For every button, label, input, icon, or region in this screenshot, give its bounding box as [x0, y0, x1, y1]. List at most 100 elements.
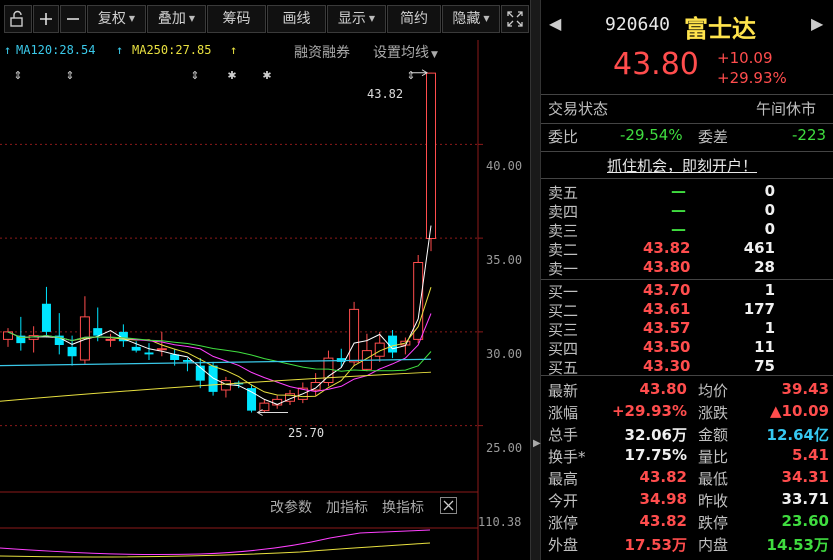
divider-line [541, 151, 833, 152]
unlock-button[interactable] [4, 5, 32, 33]
stat-value: 17.75% [624, 446, 687, 464]
unlock-icon [10, 10, 23, 27]
bid-level-row[interactable]: 买二 43.61 177 [541, 300, 833, 320]
candle-body [310, 382, 321, 391]
modify-params-link[interactable]: 改参数 [270, 497, 312, 517]
ask-level-row[interactable]: 卖二 43.82 461 [541, 239, 833, 259]
hide-dropdown[interactable]: 隐藏 ▼ [442, 5, 500, 33]
high-price-annotation: 43.82 [367, 87, 404, 101]
level-label: 卖三 [548, 222, 579, 240]
bid-level-row[interactable]: 买一 43.70 1 [541, 281, 833, 301]
restore-rights-dropdown[interactable]: 复权 ▼ [87, 5, 146, 33]
divider-line [541, 178, 833, 179]
level-label: 买二 [548, 302, 579, 320]
event-marker-icon: ✱ [227, 69, 236, 82]
stat-label: 量比 [698, 448, 729, 466]
overlay-dropdown[interactable]: 叠加 ▼ [147, 5, 206, 33]
stat-value: 17.53万 [624, 536, 687, 554]
open-account-link[interactable]: 抓住机会，即刻开户！ [607, 155, 757, 176]
order-diff-label: 委差 [698, 128, 729, 146]
chips-button[interactable]: 筹码 [207, 5, 266, 33]
level-label: 卖四 [548, 203, 579, 221]
display-dropdown[interactable]: 显示 ▼ [327, 5, 386, 33]
zoom-in-button[interactable] [33, 5, 59, 33]
level-volume: 0 [764, 182, 775, 200]
bid-level-row[interactable]: 买四 43.50 11 [541, 338, 833, 358]
stat-value: 5.41 [791, 446, 829, 464]
level-label: 买一 [548, 283, 579, 301]
level-volume: 1 [764, 319, 775, 337]
ma250-arrow-icon: ↑ [116, 43, 124, 57]
candle-body [220, 380, 231, 391]
draw-line-label: 画线 [282, 11, 311, 27]
next-stock-arrow-icon[interactable]: ▶ [811, 14, 823, 33]
simple-mode-button[interactable]: 简约 [387, 5, 441, 33]
close-indicator-button[interactable] [440, 497, 457, 514]
ask-level-row[interactable]: 卖五 — 0 [541, 182, 833, 202]
stat-label: 跌停 [698, 514, 729, 532]
fullscreen-button[interactable] [501, 5, 529, 33]
trade-status-label: 交易状态 [548, 100, 609, 118]
level-label: 买三 [548, 321, 579, 339]
stat-label: 最新 [548, 382, 579, 400]
ask-level-row[interactable]: 卖四 — 0 [541, 201, 833, 221]
margin-trading-link[interactable]: 融资融券 [294, 42, 350, 62]
y-tick-label: 25.00 [486, 441, 523, 455]
fullscreen-icon [507, 11, 523, 27]
level-price: 43.82 [643, 239, 691, 257]
stat-value: 43.80 [639, 380, 687, 398]
stat-label: 今开 [548, 492, 579, 510]
level-price: — [671, 220, 686, 238]
zoom-out-button[interactable] [60, 5, 86, 33]
bid-level-row[interactable]: 买三 43.57 1 [541, 319, 833, 339]
level-label: 卖一 [548, 260, 579, 278]
prev-stock-arrow-icon[interactable]: ◀ [549, 14, 561, 33]
candle-body [388, 335, 398, 353]
overlay-label: 叠加 [157, 11, 186, 27]
level-price: 43.70 [643, 281, 691, 299]
stats-row: 外盘 17.53万 内盘 14.53万 [541, 534, 833, 556]
level-volume: 1 [764, 281, 775, 299]
stats-row: 最高 43.82 最低 34.31 [541, 468, 833, 490]
bid-level-row[interactable]: 买五 43.30 75 [541, 357, 833, 377]
caret-down-icon: ▼ [368, 14, 376, 23]
indicator-value-label: 110.38 [478, 515, 522, 529]
event-marker-icon: ⇕ [13, 69, 22, 82]
chips-label: 筹码 [222, 11, 251, 27]
price-chart[interactable]: ⇕ ⇕ ⇕ ✱ ✱ ⇕ ↑ MA120:28.54 ↑ MA250:27.85 ↑ 融资融… [0, 40, 530, 560]
stat-value: 34.31 [781, 468, 829, 486]
stat-value: ▲10.09 [770, 402, 829, 420]
stat-value: 33.71 [781, 490, 829, 508]
moving-average-line [7, 287, 432, 398]
ma250-label: MA250:27.85 [132, 43, 212, 57]
last-price: 43.80 [613, 47, 699, 82]
chart-toolbar: 复权 ▼ 叠加 ▼ 筹码 画线 显示 ▼ 简约 隐藏 ▼ [0, 0, 533, 40]
set-ma-link[interactable]: 设置均线 ▼ [373, 42, 438, 62]
collapse-arrow-icon[interactable]: ▶ [533, 438, 541, 449]
candle-body [156, 348, 167, 351]
close-icon [443, 500, 454, 511]
candlestick-chart[interactable]: ⇕ ⇕ ⇕ ✱ ✱ ⇕ [0, 40, 530, 560]
stat-label: 内盘 [698, 536, 729, 554]
display-label: 显示 [337, 11, 366, 27]
level-volume: 0 [764, 201, 775, 219]
divider-line [541, 375, 833, 376]
ask-level-row[interactable]: 卖一 43.80 28 [541, 258, 833, 278]
ad-banner[interactable]: 抓住机会，即刻开户！ [541, 155, 833, 177]
price-change-pct: +29.93% [717, 69, 787, 87]
divider-line [541, 123, 833, 124]
panel-splitter[interactable]: ▶ [530, 0, 541, 560]
ask-level-row[interactable]: 卖三 — 0 [541, 220, 833, 240]
draw-line-button[interactable]: 画线 [267, 5, 326, 33]
switch-indicator-link[interactable]: 换指标 [382, 497, 424, 517]
event-marker-icon: ⇕ [190, 69, 199, 82]
stats-row: 换手* 17.75% 量比 5.41 [541, 446, 833, 468]
candle-body [259, 402, 270, 412]
candle-body [413, 262, 424, 340]
add-indicator-link[interactable]: 加指标 [326, 497, 368, 517]
stats-row: 今开 34.98 昨收 33.71 [541, 490, 833, 512]
ma120-label: MA120:28.54 [16, 43, 96, 57]
candle-body [426, 72, 436, 239]
simple-mode-label: 简约 [400, 11, 428, 27]
level-price: — [671, 201, 686, 219]
